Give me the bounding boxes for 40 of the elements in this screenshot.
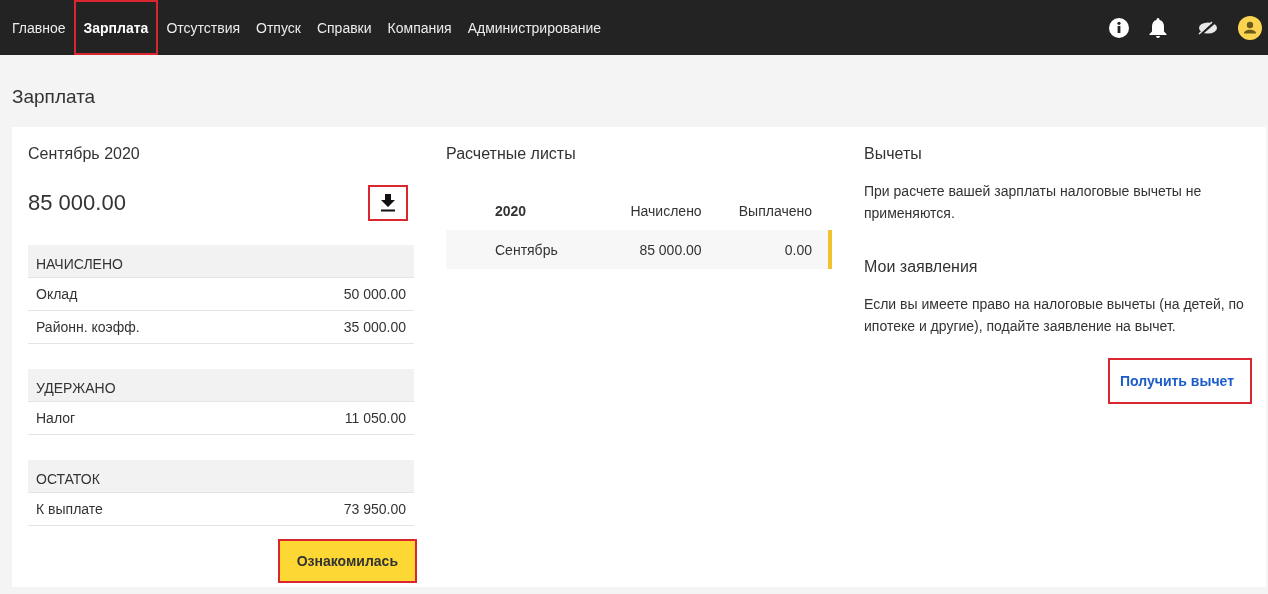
section-title: Мои заявления [864, 257, 979, 277]
bell-icon[interactable] [1148, 16, 1168, 39]
download-icon [380, 194, 396, 212]
column-header: Выплачено [701, 191, 832, 230]
section-title: Расчетные листы [446, 144, 577, 164]
row-value: 11 050.00 [344, 410, 406, 426]
get-deduction-button[interactable]: Получить вычет [1110, 360, 1250, 402]
nav-tab[interactable]: Зарплата [73, 0, 159, 55]
nav-tab[interactable]: Отсутствия [158, 2, 249, 53]
page-title: Зарплата [12, 85, 97, 109]
applications-text: Если вы имеете право на налоговые вычеты (на детей, по ипотеке и другие), подайте заявление на вычет. [864, 295, 1245, 336]
avatar-icon[interactable] [1238, 15, 1262, 40]
nav-tab[interactable]: Администрирование [459, 2, 610, 53]
nav-tab[interactable]: Главное [4, 2, 74, 53]
row-value: 50 000.00 [343, 286, 406, 302]
download-button[interactable] [370, 187, 406, 219]
section-header: УДЕРЖАНО [28, 369, 414, 402]
row-value: 73 950.00 [343, 501, 406, 517]
table-cell: Сентябрь [495, 241, 558, 258]
nav-tab[interactable]: Справки [308, 2, 380, 53]
period-title: Сентябрь 2020 [28, 144, 141, 164]
deductions-text: При расчете вашей зарплаты налоговые вычеты не применяются. [864, 182, 1203, 223]
nav-tab[interactable]: Компания [379, 2, 460, 53]
info-icon[interactable] [1109, 17, 1129, 38]
row-value: 35 000.00 [343, 319, 406, 335]
salary-amount: 85 000.00 [28, 190, 126, 216]
table-cell: 85 000.00 [639, 241, 702, 258]
row-label: К выплате [36, 501, 103, 517]
column-header: Начислено [602, 191, 702, 230]
row-label: Оклад [36, 286, 78, 302]
slashed-visibility-icon[interactable] [1197, 20, 1219, 35]
column-header: 2020 [446, 191, 603, 230]
row-label: Налог [36, 410, 76, 426]
nav-tab[interactable]: Отпуск [248, 2, 309, 53]
table-cell: 0.00 [784, 241, 812, 258]
section-header: ОСТАТОК [28, 460, 414, 493]
row-label: Районн. коэфф. [36, 319, 140, 335]
section-title: Вычеты [864, 144, 923, 164]
acknowledge-button[interactable]: Ознакомилась [279, 541, 415, 581]
section-header: НАЧИСЛЕНО [28, 245, 414, 278]
